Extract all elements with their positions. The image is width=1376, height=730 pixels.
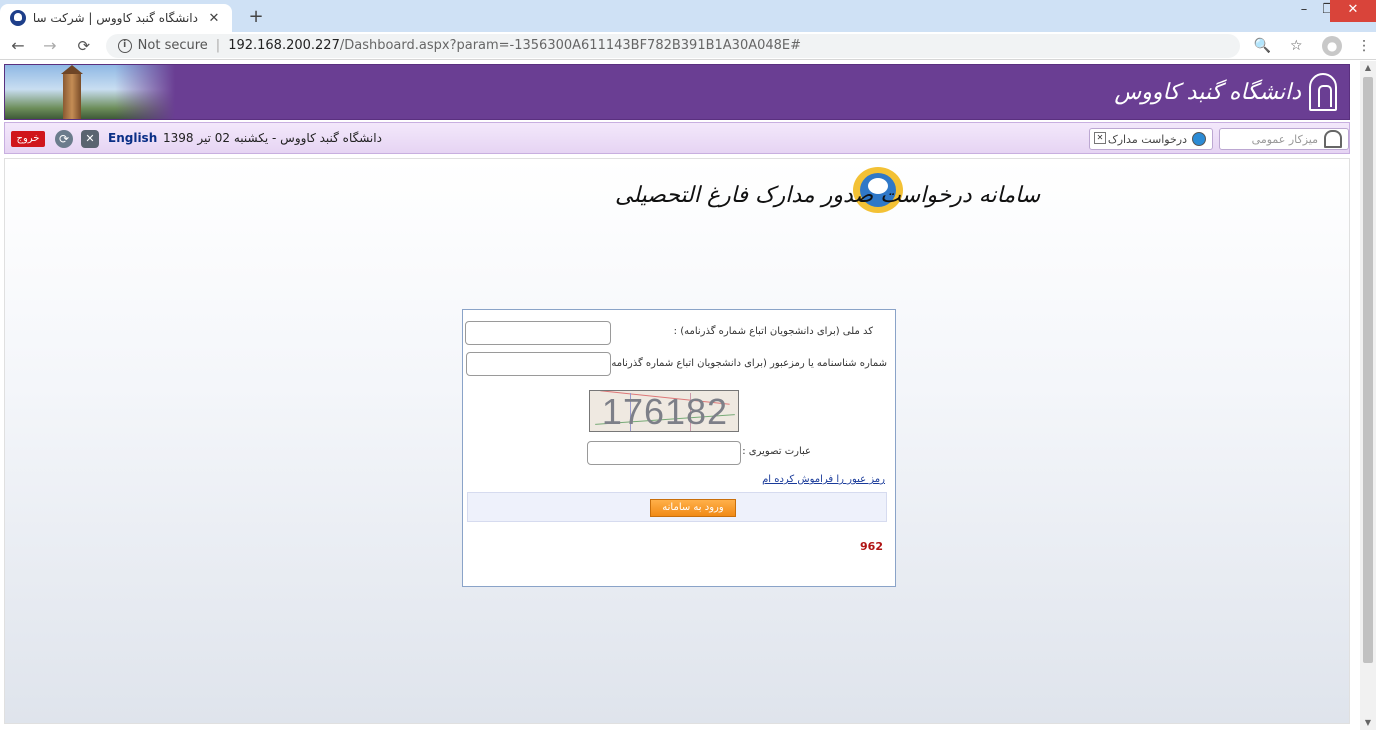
tab-close-icon[interactable]: ✕	[1094, 132, 1106, 144]
zoom-icon[interactable]: 🔍	[1250, 38, 1274, 54]
not-secure-label: Not secure	[137, 38, 208, 53]
info-icon[interactable]: i	[117, 38, 132, 53]
captcha-input[interactable]	[587, 441, 741, 465]
browser-tab[interactable]: دانشگاه گنبد کاووس | شرکت سامان ✕	[0, 4, 232, 32]
info-bar: خروج ⟳ ✕ English دانشگاه گنبد کاووس - یک…	[4, 122, 1350, 154]
refresh-icon[interactable]: ⟳	[55, 130, 73, 148]
url-separator: |	[215, 38, 221, 53]
national-code-input[interactable]	[465, 321, 611, 345]
tab-close-icon[interactable]: ✕	[206, 11, 222, 26]
header-banner: دانشگاه گنبد کاووس	[4, 64, 1350, 120]
tower-image	[61, 65, 83, 119]
button-row: ورود به سامانه	[467, 492, 887, 522]
tab-document-request[interactable]: درخواست مدارک ✕	[1089, 128, 1213, 150]
page-viewport: دانشگاه گنبد کاووس خروج ⟳ ✕ English دانش…	[0, 61, 1360, 730]
id-number-input[interactable]	[466, 352, 611, 376]
login-form: کد ملی (برای دانشجویان اتباع شماره گذرنا…	[462, 309, 896, 587]
url-path: /Dashboard.aspx?param=-1356300A611143BF7…	[339, 38, 802, 53]
university-brand: دانشگاه گنبد کاووس	[1114, 73, 1337, 111]
profile-avatar-icon[interactable]: ●	[1322, 35, 1343, 56]
system-title: سامانه درخواست صدور مدارک فارغ التحصیلی	[615, 183, 1041, 208]
forgot-password-link[interactable]: رمز عبور را فراموش کرده ام	[762, 474, 885, 485]
tab-label: درخواست مدارک	[1107, 132, 1187, 146]
tab-label: میزکار عمومی	[1251, 132, 1318, 146]
document-request-icon	[1192, 132, 1206, 146]
scroll-up-icon[interactable]: ▲	[1360, 61, 1376, 75]
browser-menu-icon[interactable]: ⋮	[1352, 38, 1376, 54]
university-logo-icon	[1309, 73, 1337, 111]
national-code-label: کد ملی (برای دانشجویان اتباع شماره گذرنا…	[673, 326, 873, 337]
main-content: سامانه درخواست صدور مدارک فارغ التحصیلی …	[4, 158, 1350, 724]
reload-icon[interactable]: ⟳	[72, 37, 96, 55]
tab-title: دانشگاه گنبد کاووس | شرکت سامان	[34, 11, 198, 25]
date-text: دانشگاه گنبد کاووس - یکشنبه 02 تیر 1398	[163, 131, 382, 145]
captcha-label: عبارت تصویری :	[742, 446, 811, 457]
university-name: دانشگاه گنبد کاووس	[1114, 79, 1301, 105]
login-button[interactable]: ورود به سامانه	[650, 499, 736, 517]
captcha-text: 176182	[601, 391, 729, 432]
new-tab-button[interactable]: +	[244, 6, 268, 30]
id-number-label: شماره شناسنامه یا رمزعبور (برای دانشجویا…	[600, 358, 887, 369]
tab-general-desk[interactable]: میزکار عمومی	[1219, 128, 1349, 150]
captcha-image: 176182	[589, 390, 739, 432]
browser-toolbar: ← → ⟳ i Not secure | 192.168.200.227 /Da…	[0, 32, 1376, 60]
forward-icon[interactable]: →	[38, 36, 62, 55]
bookmark-star-icon[interactable]: ☆	[1284, 38, 1308, 54]
exit-button[interactable]: خروج	[11, 131, 45, 147]
browser-titlebar: دانشگاه گنبد کاووس | شرکت سامان ✕ + – ❐ …	[0, 0, 1376, 32]
favicon-icon	[10, 10, 26, 26]
english-language-link[interactable]: English	[108, 131, 157, 145]
window-close-button[interactable]: ✕	[1330, 0, 1376, 22]
scroll-down-icon[interactable]: ▼	[1360, 716, 1376, 730]
scrollbar-thumb[interactable]	[1363, 77, 1373, 663]
back-icon[interactable]: ←	[6, 36, 30, 55]
address-bar[interactable]: i Not secure | 192.168.200.227 /Dashboar…	[105, 33, 1241, 58]
home-icon	[1324, 130, 1342, 148]
vertical-scrollbar[interactable]: ▲ ▼	[1360, 61, 1376, 730]
visit-counter: 962	[860, 540, 883, 553]
header-photo	[5, 65, 175, 119]
close-icon[interactable]: ✕	[81, 130, 99, 148]
url-host: 192.168.200.227	[228, 38, 340, 53]
